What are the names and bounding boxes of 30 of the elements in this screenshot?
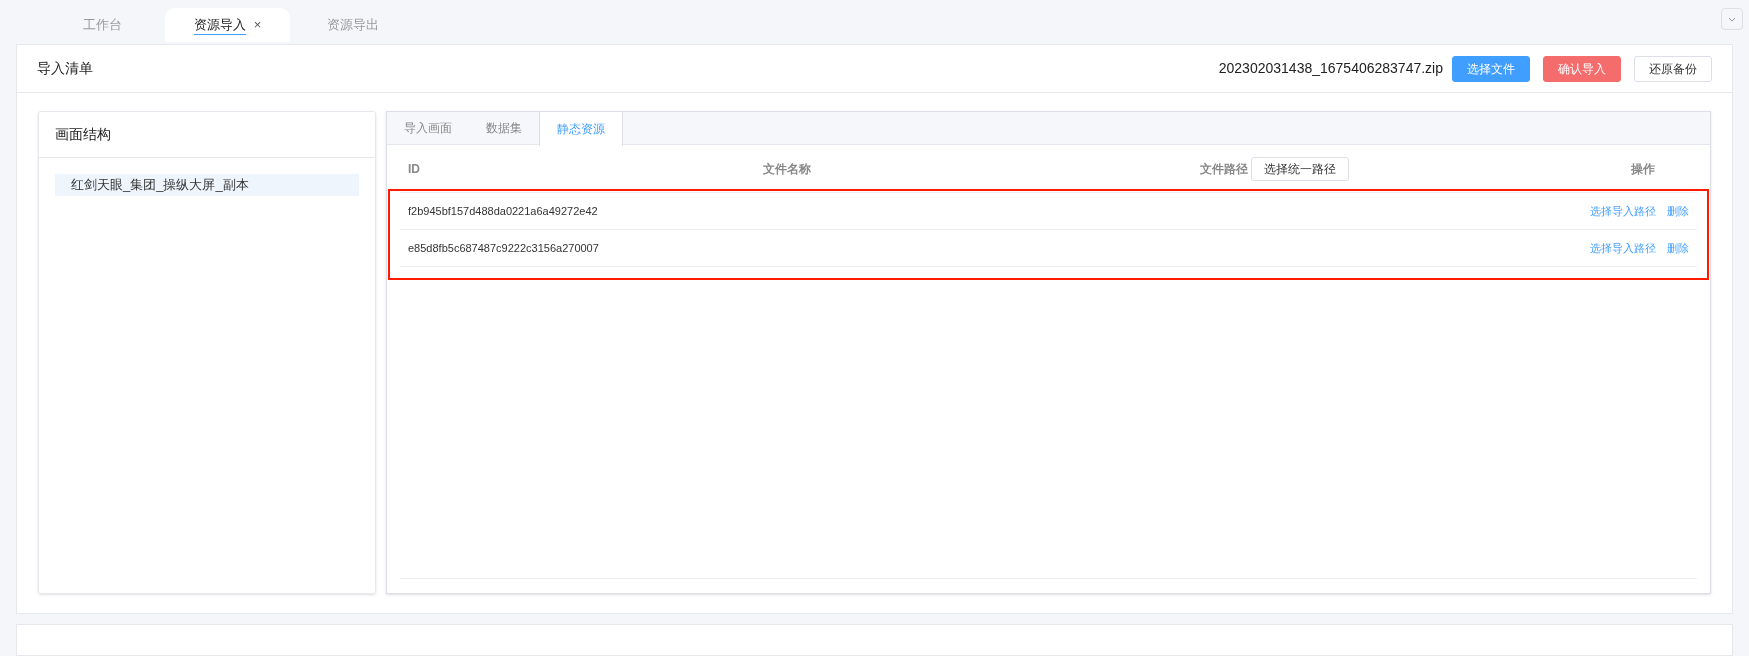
panel-tab[interactable]: 导入画面 bbox=[387, 112, 469, 144]
panel-tab[interactable]: 静态资源 bbox=[539, 112, 623, 146]
action-button[interactable]: 还原备份 bbox=[1634, 55, 1712, 82]
action-button[interactable]: 确认导入 bbox=[1543, 55, 1621, 82]
file-name: 202302031438_1675406283747.zip bbox=[1218, 59, 1443, 78]
column-header: 文件路径 bbox=[1200, 160, 1248, 178]
table-cell-text: e85d8fb5c687487c9222c3156a270007 bbox=[408, 240, 599, 256]
action-link[interactable]: 删除 bbox=[1667, 239, 1689, 257]
dropdown-toggle[interactable] bbox=[1721, 8, 1743, 30]
column-header: 操作 bbox=[1630, 160, 1656, 178]
tab-label: 资源导出 bbox=[326, 16, 379, 35]
column-header: ID bbox=[408, 160, 421, 178]
panel-tab[interactable]: 数据集 bbox=[469, 112, 539, 144]
action-button[interactable]: 选择文件 bbox=[1452, 55, 1530, 82]
column-header: 文件名称 bbox=[763, 160, 812, 178]
path-button[interactable]: 选择统一路径 bbox=[1251, 156, 1349, 181]
action-link[interactable]: 删除 bbox=[1667, 202, 1689, 220]
tree-item[interactable]: 红剑天眼_集团_操纵大屏_副本 bbox=[55, 174, 359, 196]
close-icon[interactable]: × bbox=[253, 15, 262, 35]
action-link[interactable]: 选择导入路径 bbox=[1590, 202, 1656, 220]
table-cell-text: f2b945bf157d488da0221a6a49272e42 bbox=[408, 203, 598, 219]
top-tab[interactable]: 资源导出 bbox=[290, 8, 415, 42]
tab-label: 工作台 bbox=[83, 16, 122, 35]
top-tab[interactable]: 工作台 bbox=[40, 8, 165, 42]
top-tab[interactable]: 资源导入 × bbox=[165, 8, 290, 42]
tab-label: 资源导入 bbox=[193, 14, 246, 36]
panel-title: 画面结构 bbox=[55, 125, 111, 144]
action-link[interactable]: 选择导入路径 bbox=[1590, 239, 1656, 257]
chevron-down-icon bbox=[1728, 16, 1736, 22]
page-title: 导入清单 bbox=[37, 59, 93, 78]
